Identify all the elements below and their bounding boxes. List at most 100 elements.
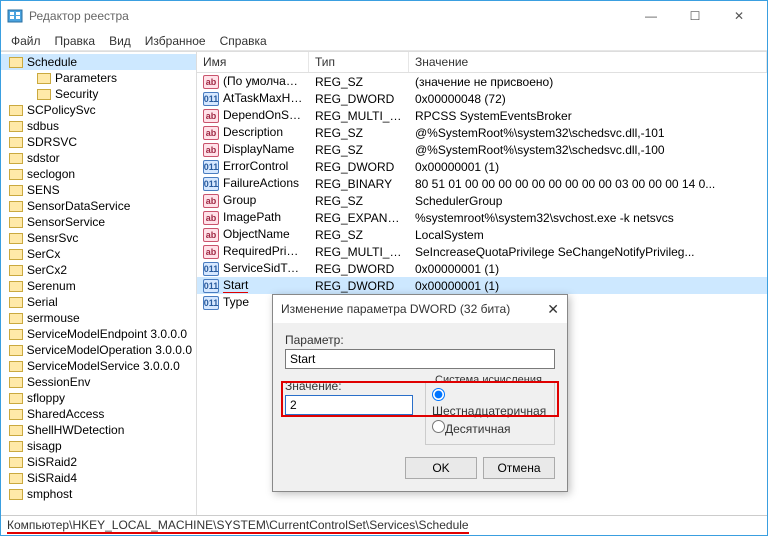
dialog-close-button[interactable]: ✕ (547, 301, 559, 318)
menu-edit[interactable]: Правка (49, 32, 102, 50)
tree-label: ServiceModelEndpoint 3.0.0.0 (27, 327, 187, 341)
tree-item[interactable]: ShellHWDetection (1, 422, 196, 438)
tree-item[interactable]: SDRSVC (1, 134, 196, 150)
tree-item[interactable]: Security (1, 86, 196, 102)
radio-hex[interactable]: Шестнадцатеричная (432, 388, 548, 418)
folder-icon (9, 297, 23, 308)
list-row[interactable]: abImagePathREG_EXPAND_SZ%systemroot%\sys… (197, 209, 767, 226)
tree-item[interactable]: SharedAccess (1, 406, 196, 422)
tree-item[interactable]: SessionEnv (1, 374, 196, 390)
header-type[interactable]: Тип (309, 52, 409, 72)
list-row[interactable]: 011ServiceSidTypeREG_DWORD0x00000001 (1) (197, 260, 767, 277)
menu-file[interactable]: Файл (5, 32, 47, 50)
tree-item[interactable]: SiSRaid2 (1, 454, 196, 470)
tree-item[interactable]: sdstor (1, 150, 196, 166)
cancel-button[interactable]: Отмена (483, 457, 555, 479)
value-name: ObjectName (223, 227, 290, 241)
value-input[interactable] (285, 395, 413, 415)
folder-icon (9, 249, 23, 260)
value-name: Group (223, 193, 256, 207)
tree-item[interactable]: Serial (1, 294, 196, 310)
value-data: 0x00000048 (72) (409, 92, 767, 106)
folder-icon (9, 57, 23, 68)
menu-help[interactable]: Справка (214, 32, 273, 50)
folder-icon (9, 329, 23, 340)
list-row[interactable]: abDependOnServiceREG_MULTI_SZRPCSS Syste… (197, 107, 767, 124)
maximize-button[interactable]: ☐ (673, 2, 717, 30)
value-name: DependOnService (223, 108, 309, 122)
tree-item[interactable]: SerCx2 (1, 262, 196, 278)
tree-item[interactable]: SENS (1, 182, 196, 198)
tree-label: SensorDataService (27, 199, 130, 213)
registry-tree[interactable]: Schedule ParametersSecuritySCPolicySvcsdb… (1, 52, 197, 515)
tree-item[interactable]: ServiceModelOperation 3.0.0.0 (1, 342, 196, 358)
value-name: Type (223, 295, 249, 309)
folder-icon (9, 361, 23, 372)
value-type: REG_DWORD (309, 279, 409, 293)
list-row[interactable]: ab(По умолчанию)REG_SZ(значение не присв… (197, 73, 767, 90)
folder-icon (9, 265, 23, 276)
tree-item[interactable]: ServiceModelService 3.0.0.0 (1, 358, 196, 374)
tree-item[interactable]: SCPolicySvc (1, 102, 196, 118)
list-row[interactable]: 011StartREG_DWORD0x00000001 (1) (197, 277, 767, 294)
tree-item[interactable]: Schedule (1, 54, 196, 70)
tree-label: sdstor (27, 151, 60, 165)
folder-icon (9, 345, 23, 356)
ok-button[interactable]: OK (405, 457, 477, 479)
tree-item[interactable]: sdbus (1, 118, 196, 134)
menu-view[interactable]: Вид (103, 32, 137, 50)
tree-item[interactable]: SensrSvc (1, 230, 196, 246)
dialog-title: Изменение параметра DWORD (32 бита) (281, 302, 510, 316)
folder-icon (9, 185, 23, 196)
tree-item[interactable]: Serenum (1, 278, 196, 294)
header-name[interactable]: Имя (197, 52, 309, 72)
tree-label: sisagp (27, 439, 62, 453)
tree-label: Schedule (27, 55, 77, 69)
tree-item[interactable]: sfloppy (1, 390, 196, 406)
tree-item[interactable]: SensorService (1, 214, 196, 230)
tree-item[interactable]: sermouse (1, 310, 196, 326)
folder-icon (9, 441, 23, 452)
tree-item[interactable]: smphost (1, 486, 196, 502)
list-row[interactable]: 011ErrorControlREG_DWORD0x00000001 (1) (197, 158, 767, 175)
value-type: REG_SZ (309, 194, 409, 208)
menu-favorites[interactable]: Избранное (139, 32, 212, 50)
tree-label: sermouse (27, 311, 80, 325)
header-value[interactable]: Значение (409, 52, 767, 72)
list-row[interactable]: abGroupREG_SZSchedulerGroup (197, 192, 767, 209)
list-row[interactable]: abDisplayNameREG_SZ@%SystemRoot%\system3… (197, 141, 767, 158)
tree-item[interactable]: seclogon (1, 166, 196, 182)
tree-label: Parameters (55, 71, 117, 85)
list-row[interactable]: abObjectNameREG_SZLocalSystem (197, 226, 767, 243)
tree-item[interactable]: Parameters (1, 70, 196, 86)
tree-label: SDRSVC (27, 135, 77, 149)
list-row[interactable]: abRequiredPrivile...REG_MULTI_SZSeIncrea… (197, 243, 767, 260)
tree-label: seclogon (27, 167, 75, 181)
string-icon: ab (203, 211, 219, 225)
minimize-button[interactable]: — (629, 2, 673, 30)
value-type: REG_DWORD (309, 160, 409, 174)
tree-label: ServiceModelOperation 3.0.0.0 (27, 343, 192, 357)
value-type: REG_DWORD (309, 262, 409, 276)
close-button[interactable]: ✕ (717, 2, 761, 30)
radio-hex-input[interactable] (432, 388, 445, 401)
tree-label: SensorService (27, 215, 105, 229)
tree-label: SerCx (27, 247, 60, 261)
folder-icon (9, 425, 23, 436)
tree-label: SiSRaid2 (27, 455, 77, 469)
tree-item[interactable]: SensorDataService (1, 198, 196, 214)
list-row[interactable]: 011AtTaskMaxHoursREG_DWORD0x00000048 (72… (197, 90, 767, 107)
radio-dec[interactable]: Десятичная (432, 420, 548, 436)
folder-icon (9, 377, 23, 388)
edit-dword-dialog: Изменение параметра DWORD (32 бита) ✕ Па… (272, 294, 568, 492)
radio-dec-input[interactable] (432, 420, 445, 433)
tree-item[interactable]: SiSRaid4 (1, 470, 196, 486)
tree-item[interactable]: ServiceModelEndpoint 3.0.0.0 (1, 326, 196, 342)
tree-item[interactable]: sisagp (1, 438, 196, 454)
menubar: Файл Правка Вид Избранное Справка (1, 31, 767, 51)
value-label: Значение: (285, 379, 413, 393)
list-row[interactable]: 011FailureActionsREG_BINARY80 51 01 00 0… (197, 175, 767, 192)
value-data: 0x00000001 (1) (409, 279, 767, 293)
tree-item[interactable]: SerCx (1, 246, 196, 262)
list-row[interactable]: abDescriptionREG_SZ@%SystemRoot%\system3… (197, 124, 767, 141)
